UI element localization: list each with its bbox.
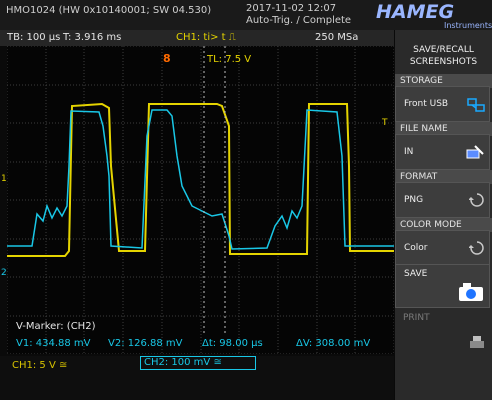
menu-title: SAVE/RECALL SCREENSHOTS	[409, 45, 478, 67]
ch2-scale[interactable]: CH2: 100 mV ≅	[140, 356, 256, 370]
marker-v1: V1: 434.88 mV	[16, 338, 91, 349]
save-button[interactable]: SAVE	[395, 264, 490, 308]
usb-icon	[467, 98, 485, 112]
timebase[interactable]: TB: 100 µs	[7, 32, 60, 43]
marker-dt: Δt: 98.00 µs	[202, 338, 263, 349]
device-model: HMO1024 (HW 0x10140001; SW 04.530)	[6, 5, 212, 16]
ch1-scale[interactable]: CH1: 5 V ≅	[12, 360, 67, 371]
marker-v2: V2: 126.88 mV	[108, 338, 183, 349]
sample-rate: 250 MSa	[315, 32, 359, 43]
trigger-level-label: TL: 7.5 V	[207, 54, 252, 65]
ch1-offset-marker[interactable]: 1	[1, 174, 7, 184]
softkey-menu: SAVE/RECALL SCREENSHOTS STORAGE Front US…	[395, 30, 492, 400]
rotate-icon	[469, 241, 484, 255]
status-header: HMO1024 (HW 0x10140001; SW 04.530) 2017-…	[0, 0, 492, 30]
datetime-status: 2017-11-02 12:07 Auto-Trig. / Complete	[246, 3, 351, 27]
trigger-position-marker[interactable]: 8	[163, 52, 171, 65]
filename-button[interactable]: IN	[395, 134, 490, 170]
filename-value: IN	[404, 147, 414, 157]
rotate-icon	[469, 193, 484, 207]
colormode-value: Color	[404, 243, 428, 253]
colormode-button[interactable]: Color	[395, 230, 490, 266]
trigger-status: Auto-Trig. / Complete	[246, 15, 352, 26]
save-label: SAVE	[404, 269, 428, 279]
hameg-logo: HAMEG Instruments	[372, 1, 492, 30]
storage-button[interactable]: Front USB	[395, 86, 490, 122]
printer-icon	[470, 336, 484, 348]
time-offset[interactable]: T: 3.916 ms	[63, 32, 121, 43]
marker-dv: ΔV: 308.00 mV	[296, 338, 371, 349]
svg-text:Instruments: Instruments	[444, 21, 492, 29]
trigger-level-arrow[interactable]: T	[382, 118, 388, 128]
acquisition-info-bar: TB: 100 µs T: 3.916 ms CH1: ti> t ⎍ 250 …	[0, 30, 394, 46]
edit-icon	[466, 145, 484, 159]
ch1-trace	[7, 102, 394, 257]
vmarker-title: V-Marker: (CH2)	[16, 321, 96, 332]
format-value: PNG	[404, 195, 424, 205]
svg-text:HAMEG: HAMEG	[376, 1, 454, 23]
date-time: 2017-11-02 12:07	[246, 3, 337, 14]
format-button[interactable]: PNG	[395, 182, 490, 218]
storage-value: Front USB	[404, 99, 449, 109]
trigger-setting[interactable]: CH1: ti> t ⎍	[176, 32, 236, 43]
camera-icon	[459, 283, 483, 301]
waveform-display[interactable]: 8 TL: 7.5 V T 1 2	[1, 46, 394, 354]
print-label: PRINT	[403, 313, 430, 323]
ch2-offset-marker[interactable]: 2	[1, 268, 7, 278]
